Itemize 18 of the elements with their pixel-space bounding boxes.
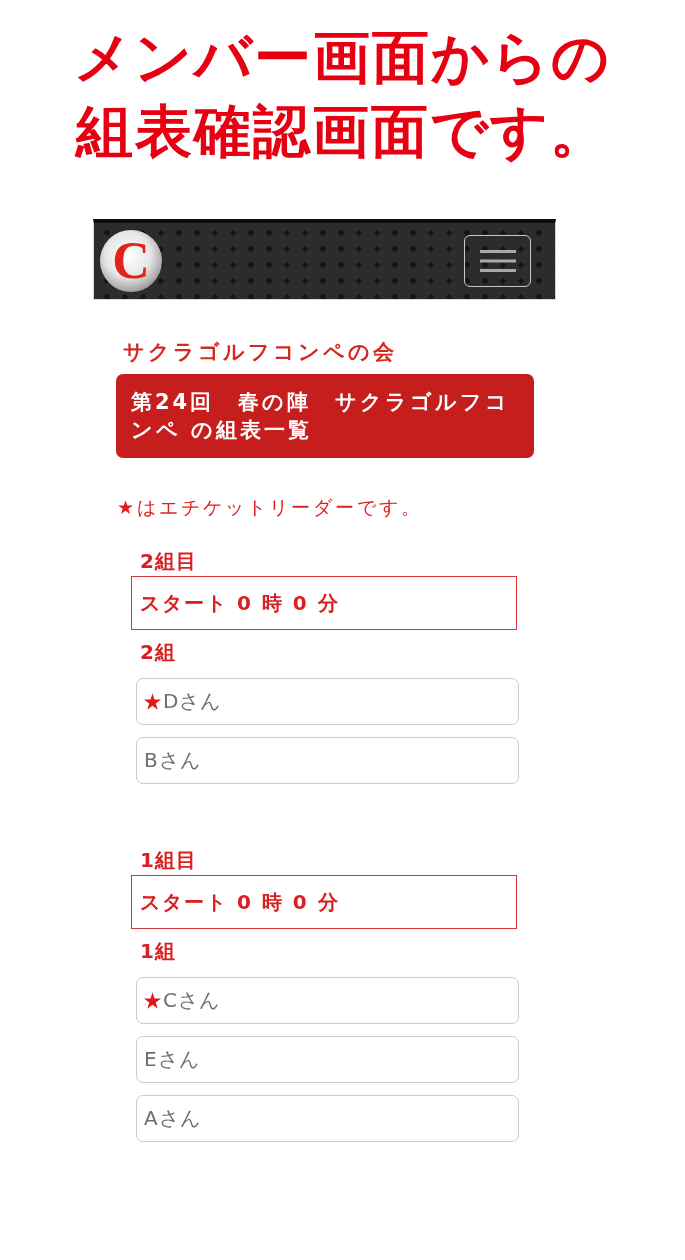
group-name: 2組 xyxy=(139,639,177,665)
club-name: サクラゴルフコンペの会 xyxy=(123,339,398,366)
member-name: Bさん xyxy=(144,747,201,774)
start-time-panel: スタート 0 時 0 分 xyxy=(131,576,517,630)
group-name: 1組 xyxy=(139,938,177,964)
group-heading: 2組目 xyxy=(139,548,198,574)
title-banner: 第24回 春の陣 サクラゴルフコンペ の組表一覧 xyxy=(116,374,534,458)
group-heading: 1組目 xyxy=(139,847,198,873)
menu-button[interactable] xyxy=(464,235,531,287)
legend-note: ★はエチケットリーダーです。 xyxy=(117,495,425,520)
headline: メンバー画面からの 組表確認画面です。 xyxy=(74,23,611,166)
member-name: Dさん xyxy=(163,688,222,715)
menu-icon xyxy=(479,250,516,272)
member-name: Eさん xyxy=(144,1046,200,1073)
member-name: Aさん xyxy=(144,1105,201,1132)
start-time-panel: スタート 0 時 0 分 xyxy=(131,875,517,929)
logo[interactable]: C xyxy=(100,230,162,292)
member-name: Cさん xyxy=(163,987,220,1014)
